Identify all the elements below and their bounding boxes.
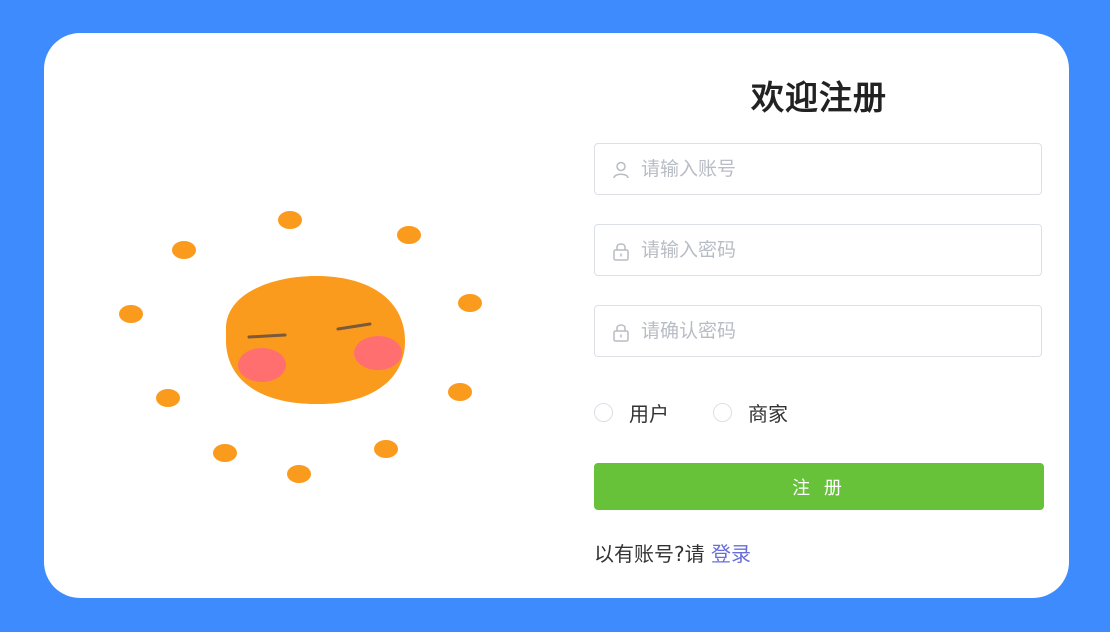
user-icon	[613, 161, 629, 179]
account-field[interactable]	[594, 143, 1042, 195]
left-eye	[247, 333, 287, 339]
password-input[interactable]	[641, 225, 1031, 275]
right-cheek	[354, 336, 402, 370]
login-prompt-line: 以有账号?请 登录	[594, 538, 751, 567]
left-cheek	[238, 348, 286, 382]
role-radio-group: 用户 商家	[594, 398, 832, 427]
radio-circle[interactable]	[594, 402, 613, 422]
account-input[interactable]	[641, 144, 1031, 194]
confirm-password-input[interactable]	[641, 306, 1031, 356]
radio-circle[interactable]	[713, 402, 732, 422]
role-label-merchant: 商家	[748, 401, 788, 426]
register-button[interactable]: 注 册	[594, 463, 1044, 510]
login-prompt-text: 以有账号?请	[594, 542, 711, 566]
register-card: 欢迎注册 用户 商家 注 册	[44, 33, 1069, 598]
role-radio-user[interactable]: 用户	[594, 398, 669, 427]
login-link[interactable]: 登录	[711, 542, 751, 566]
confirm-password-field[interactable]	[594, 305, 1042, 357]
lock-icon	[613, 243, 629, 261]
role-radio-merchant[interactable]: 商家	[713, 398, 788, 427]
role-label-user: 用户	[629, 401, 669, 426]
page-title: 欢迎注册	[751, 78, 887, 117]
lock-icon	[613, 324, 629, 342]
sun-illustration	[119, 211, 482, 483]
password-field[interactable]	[594, 224, 1042, 276]
